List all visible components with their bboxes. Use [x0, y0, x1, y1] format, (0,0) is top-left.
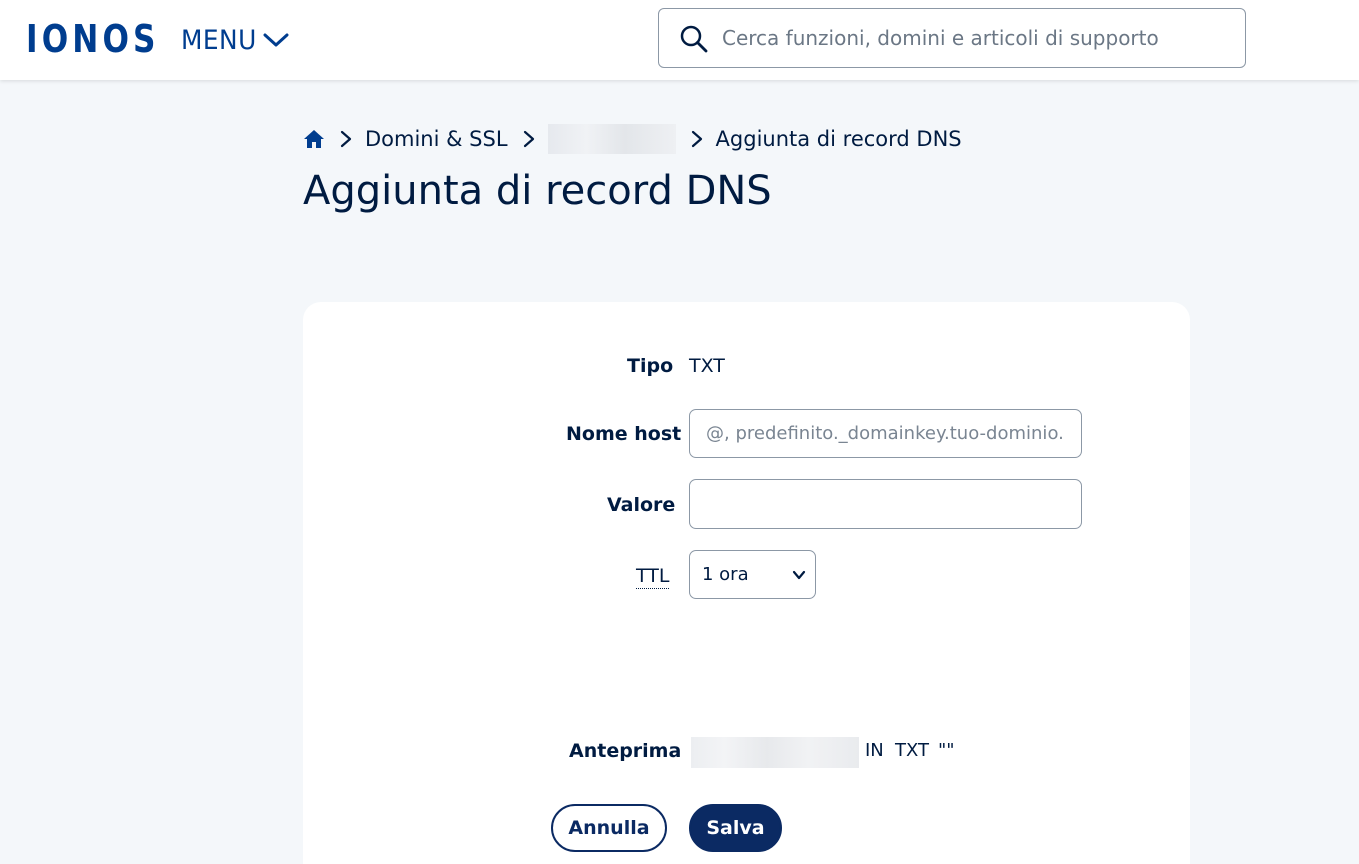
breadcrumb: Domini & SSL Aggiunta di record DNS: [303, 124, 962, 154]
preview-host-redacted: [691, 737, 859, 768]
search-input[interactable]: [722, 19, 1222, 57]
breadcrumb-item-domini-ssl[interactable]: Domini & SSL: [365, 127, 508, 151]
preview-value: "": [938, 740, 955, 761]
chevron-right-icon: [340, 130, 352, 148]
chevron-down-icon: [792, 570, 806, 580]
preview-label: Anteprima: [569, 740, 682, 762]
page-title: Aggiunta di record DNS: [303, 168, 772, 214]
cancel-button[interactable]: Annulla: [551, 804, 667, 852]
ttl-selected-value: 1 ora: [702, 564, 749, 585]
ionos-logo[interactable]: IONOS: [26, 20, 160, 58]
ttl-select[interactable]: 1 ora: [689, 550, 816, 599]
menu-button[interactable]: MENU: [181, 22, 289, 58]
menu-label: MENU: [181, 24, 257, 56]
chevron-right-icon: [523, 130, 534, 148]
breadcrumb-item-domain-redacted[interactable]: [547, 124, 676, 154]
valore-label: Valore: [607, 494, 676, 516]
ttl-label[interactable]: TTL: [636, 565, 670, 589]
tipo-value: TXT: [689, 355, 725, 377]
breadcrumb-item-current: Aggiunta di record DNS: [715, 127, 962, 151]
top-bar: IONOS MENU: [0, 0, 1359, 80]
search-box[interactable]: [658, 8, 1246, 68]
preview-type: TXT: [895, 740, 930, 761]
search-icon: [680, 25, 708, 53]
host-name-input[interactable]: [689, 409, 1082, 458]
preview-class: IN: [865, 740, 884, 761]
value-input[interactable]: [689, 479, 1082, 529]
chevron-down-icon: [263, 33, 289, 47]
home-icon[interactable]: [303, 129, 325, 149]
save-button[interactable]: Salva: [689, 804, 782, 852]
chevron-right-icon: [691, 130, 702, 148]
tipo-label: Tipo: [627, 355, 674, 377]
host-label: Nome host: [566, 423, 682, 445]
